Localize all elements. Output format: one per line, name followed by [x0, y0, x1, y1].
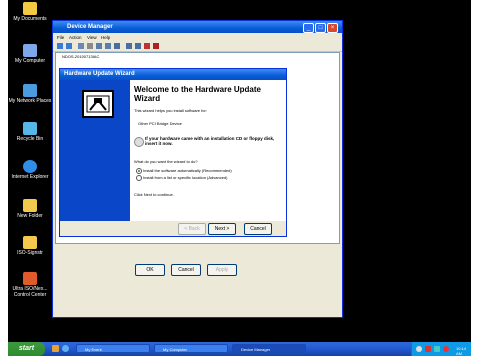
my-documents-icon — [23, 2, 37, 15]
desktop-icon-network-places[interactable]: My Network Places — [8, 84, 52, 104]
window-title: Device Manager — [67, 24, 113, 30]
ie-quick-launch-icon[interactable] — [62, 345, 69, 352]
properties-icon[interactable] — [87, 43, 93, 49]
option-install-from-list[interactable]: Install from a list or specific location… — [143, 175, 227, 180]
desktop-icon-label: Recycle Bin — [16, 136, 44, 142]
network-places-icon — [23, 84, 37, 97]
uninstall-icon[interactable] — [144, 43, 150, 49]
wizard-intro: This wizard helps you install software f… — [134, 108, 207, 113]
task-button-device-manager[interactable]: Device Manager — [232, 344, 306, 353]
desktop-icon-label: Ultra ISO/Nex... Control Center — [12, 286, 48, 298]
desktop: My Documents My Computer My Network Plac… — [8, 0, 471, 356]
continue-hint: Click Next to continue. — [134, 192, 174, 197]
desktop-icon-new-folder[interactable]: New Folder — [8, 199, 52, 219]
forward-icon[interactable] — [66, 43, 72, 49]
taskbar: start My Event My Computer Device Manage… — [8, 342, 471, 356]
desktop-icon-label: New Folder — [17, 213, 43, 219]
hardware-wizard-icon — [82, 90, 114, 118]
desktop-icon-label: My Computer — [14, 58, 45, 64]
wizard-side-banner — [60, 80, 130, 221]
next-button[interactable]: Next > — [208, 223, 236, 235]
cd-icon — [134, 137, 144, 147]
radio-install-automatically[interactable] — [136, 168, 142, 174]
alert-icon[interactable] — [443, 346, 449, 352]
wizard-title: Hardware Update Wizard — [64, 71, 135, 77]
menu-view[interactable]: View — [87, 35, 97, 40]
cd-hint: If your hardware came with an installati… — [145, 136, 275, 146]
menu-action[interactable]: Action — [69, 35, 82, 40]
desktop-icon-internet-explorer[interactable]: Internet Explorer — [8, 160, 52, 180]
scan-icon[interactable] — [126, 43, 132, 49]
device-manager-title-bar[interactable]: Device Manager _ □ × — [53, 21, 342, 33]
wizard-content: Welcome to the Hardware Update Wizard Th… — [130, 80, 286, 221]
recycle-bin-icon — [23, 122, 37, 135]
disable-icon[interactable] — [153, 43, 159, 49]
monitor-icon[interactable] — [114, 43, 120, 49]
hardware-update-wizard: Hardware Update Wizard Welcome to the Ha… — [59, 68, 287, 237]
ok-button[interactable]: OK — [135, 264, 165, 276]
close-button[interactable]: × — [327, 23, 338, 33]
security-icon[interactable] — [425, 346, 431, 352]
start-button[interactable]: start — [8, 342, 45, 356]
radio-install-from-list[interactable] — [136, 175, 142, 181]
toolbar — [53, 41, 342, 52]
desktop-icon-label: My Documents — [13, 16, 47, 22]
back-icon[interactable] — [57, 43, 63, 49]
task-button-my-computer[interactable]: My Computer — [154, 344, 228, 353]
device-name: Other PCI Bridge Device — [138, 121, 182, 126]
clock: 10:14 AM — [456, 346, 467, 356]
dialog-button-area: OK Cancel Apply — [53, 259, 342, 317]
wizard-question: What do you want the wizard to do? — [134, 159, 198, 164]
minimize-button[interactable]: _ — [303, 23, 314, 33]
maximize-button[interactable]: □ — [315, 23, 326, 33]
folder-icon — [23, 199, 37, 212]
menu-file[interactable]: File — [57, 35, 64, 40]
menu-bar: File Action View Help — [53, 33, 342, 41]
tree-root-node[interactable]: NDOS-20100713IAC — [62, 54, 99, 59]
volume-icon[interactable] — [416, 346, 422, 352]
view-icon[interactable] — [78, 43, 84, 49]
network-icon[interactable] — [434, 346, 440, 352]
wizard-heading: Welcome to the Hardware Update Wizard — [134, 85, 261, 103]
desktop-icon-label: My Network Places — [8, 98, 52, 104]
desktop-icon-my-documents[interactable]: My Documents — [8, 2, 52, 22]
my-computer-icon — [23, 44, 37, 57]
folder-icon — [23, 236, 37, 249]
system-tray: 10:14 AM — [411, 342, 471, 356]
menu-help[interactable]: Help — [101, 35, 110, 40]
option-install-automatically[interactable]: Install the software automatically (Reco… — [143, 168, 232, 173]
desktop-icon-label: ISO-Signstr — [17, 250, 43, 256]
back-button[interactable]: < Back — [178, 223, 206, 235]
task-button-my-event[interactable]: My Event — [76, 344, 150, 353]
desktop-icon-iso-folder[interactable]: ISO-Signstr — [8, 236, 52, 256]
desktop-icon-label: Internet Explorer — [11, 174, 49, 180]
desktop-icon-control-center[interactable]: Ultra ISO/Nex... Control Center — [8, 272, 52, 298]
wizard-cancel-button[interactable]: Cancel — [244, 223, 272, 235]
printer-icon[interactable] — [96, 43, 102, 49]
desktop-icon-my-computer[interactable]: My Computer — [8, 44, 52, 64]
help-icon[interactable] — [105, 43, 111, 49]
quick-launch-icon[interactable] — [52, 345, 59, 352]
cancel-button[interactable]: Cancel — [171, 264, 201, 276]
update-driver-icon[interactable] — [135, 43, 141, 49]
control-center-icon — [23, 272, 37, 285]
wizard-title-bar[interactable]: Hardware Update Wizard — [60, 69, 286, 80]
apply-button[interactable]: Apply — [207, 264, 237, 276]
internet-explorer-icon — [23, 160, 37, 173]
desktop-icon-recycle-bin[interactable]: Recycle Bin — [8, 122, 52, 142]
wizard-buttons: < Back Next > Cancel — [60, 221, 286, 236]
